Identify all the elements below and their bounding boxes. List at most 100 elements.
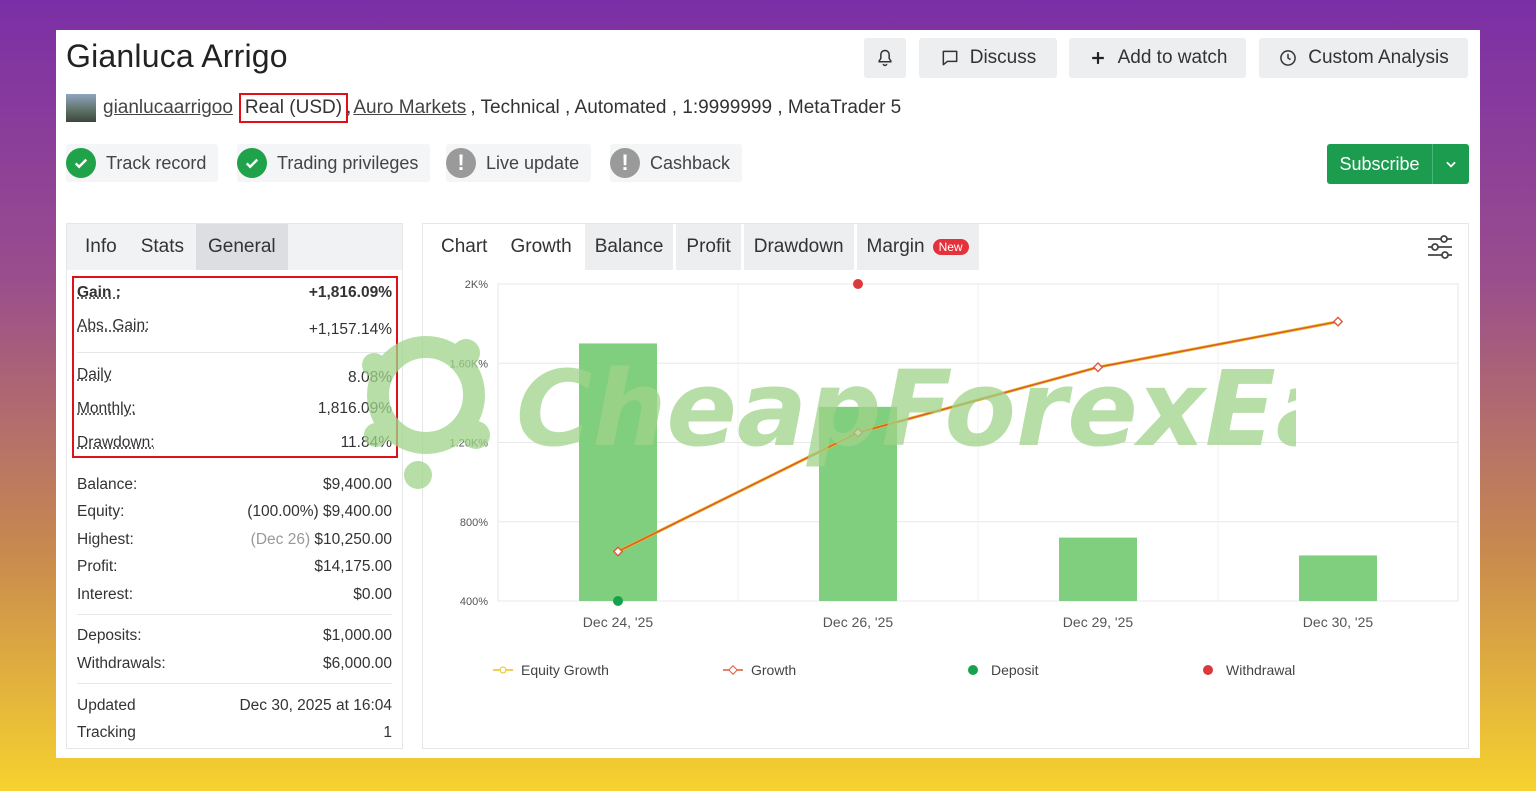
stat-interest: Interest: $0.00 <box>77 586 392 604</box>
highlight-box <box>72 276 398 458</box>
stat-value: $14,175.00 <box>314 558 392 575</box>
legend-item: Growth <box>723 662 796 678</box>
tab-drawdown[interactable]: Drawdown <box>743 224 854 270</box>
stat-value: Dec 30, 2025 at 16:04 <box>239 697 392 714</box>
check-circle-icon <box>66 148 96 178</box>
x-tick-label: Dec 24, '25 <box>583 614 654 630</box>
clock-icon <box>1280 50 1297 66</box>
legend-marker <box>728 665 738 675</box>
y-tick-label: 2K% <box>465 279 488 291</box>
badge-track-record[interactable]: Track record <box>66 144 219 182</box>
stat-value: 1 <box>383 724 392 741</box>
stat-profit: Profit: $14,175.00 <box>77 558 392 576</box>
exclamation-circle-icon: ! <box>446 148 476 178</box>
add-to-watch-label: Add to watch <box>1117 47 1228 68</box>
stat-value: $1,000.00 <box>323 627 392 644</box>
highest-date: (Dec 26) <box>250 531 311 548</box>
discuss-button[interactable]: Discuss <box>919 38 1057 78</box>
stat-label: Equity: <box>77 503 125 520</box>
account-specs: , Technical , Automated , 1:9999999 , Me… <box>470 97 902 118</box>
stats-panel: Info Stats General Gain : +1,816.09% Abs… <box>66 223 403 749</box>
bar <box>579 343 657 601</box>
stat-tracking: Tracking 1 <box>77 724 392 742</box>
bar <box>1059 537 1137 601</box>
x-tick-label: Dec 26, '25 <box>823 614 894 630</box>
check-circle-icon <box>237 148 267 178</box>
username-link[interactable]: gianlucaarrigoo <box>103 97 233 119</box>
notifications-button[interactable] <box>864 38 906 78</box>
legend-item: Withdrawal <box>1203 662 1295 678</box>
page-title: Gianluca Arrigo <box>66 38 288 74</box>
custom-analysis-label: Custom Analysis <box>1308 47 1449 68</box>
legend-marker <box>1203 665 1213 675</box>
stats-tabs: Info Stats General <box>67 224 402 270</box>
stat-value: $6,000.00 <box>323 655 392 672</box>
badges-row: Track record Trading privileges ! Live u… <box>66 144 1466 182</box>
legend-item: Deposit <box>968 662 1039 678</box>
main-card: Gianluca Arrigo Discuss Add to watch Cus… <box>56 30 1480 758</box>
equity-percent: (100.00%) <box>247 503 319 520</box>
tab-chart[interactable]: Chart <box>431 224 497 270</box>
tab-growth[interactable]: Growth <box>500 224 581 270</box>
subscribe-button[interactable]: Subscribe <box>1327 144 1469 184</box>
exclamation-circle-icon: ! <box>610 148 640 178</box>
chevron-down-icon[interactable] <box>1432 144 1469 184</box>
tab-profit[interactable]: Profit <box>676 224 741 270</box>
custom-analysis-button[interactable]: Custom Analysis <box>1259 38 1468 78</box>
tab-general[interactable]: General <box>196 224 288 270</box>
stat-value: $9,400.00 <box>323 503 392 520</box>
stat-label: Balance: <box>77 476 138 493</box>
subscribe-label: Subscribe <box>1339 153 1420 174</box>
legend-label: Withdrawal <box>1226 662 1295 678</box>
badge-trading-privileges[interactable]: Trading privileges <box>237 144 431 182</box>
plus-icon <box>1091 52 1104 64</box>
divider <box>77 683 392 684</box>
data-point-growth <box>1332 316 1344 327</box>
y-tick-label: 800% <box>460 517 488 529</box>
account-type: Real (USD) <box>238 93 349 123</box>
y-tick-label: 1.20K% <box>449 438 488 450</box>
stat-label: Highest: <box>77 531 134 548</box>
discuss-label: Discuss <box>969 47 1037 68</box>
stat-value: $10,250.00 <box>314 531 392 548</box>
new-badge: New <box>932 239 969 255</box>
tab-margin-label: Margin <box>866 236 925 257</box>
divider <box>77 614 392 615</box>
stat-value: $0.00 <box>353 586 392 603</box>
tab-margin[interactable]: Margin New <box>856 224 979 270</box>
tab-stats[interactable]: Stats <box>129 224 196 270</box>
stat-value: $9,400.00 <box>323 476 392 493</box>
badge-label: Track record <box>106 152 207 173</box>
badge-label: Live update <box>486 152 580 173</box>
legend-item: Equity Growth <box>493 662 609 678</box>
badge-label: Trading privileges <box>277 152 419 173</box>
x-tick-label: Dec 29, '25 <box>1063 614 1134 630</box>
growth-chart: 400% 800% 1.20K% 1.60K% 2K% Dec 24, '25 Dec 26… <box>449 279 1459 678</box>
broker-link[interactable]: Auro Markets <box>353 97 466 119</box>
stat-balance: Balance: $9,400.00 <box>77 476 392 494</box>
legend-label: Growth <box>751 662 796 678</box>
chart-panel: Chart Growth Balance Profit Drawdown Mar… <box>422 223 1469 749</box>
legend-marker <box>968 665 978 675</box>
stat-label: Tracking <box>77 724 136 741</box>
legend-label: Deposit <box>991 662 1039 678</box>
stat-label: Profit: <box>77 558 118 575</box>
stat-deposits: Deposits: $1,000.00 <box>77 627 392 645</box>
stat-updated: Updated Dec 30, 2025 at 16:04 <box>77 697 392 715</box>
stat-equity: Equity: (100.00%) $9,400.00 <box>77 503 392 521</box>
stat-label: Updated <box>77 697 136 714</box>
badge-label: Cashback <box>650 152 731 173</box>
badge-cashback[interactable]: ! Cashback <box>610 144 743 182</box>
stat-label: Withdrawals: <box>77 655 166 672</box>
y-tick-label: 400% <box>460 596 488 608</box>
data-point-deposit <box>613 596 623 606</box>
tab-info[interactable]: Info <box>67 224 129 270</box>
add-to-watch-button[interactable]: Add to watch <box>1069 38 1246 78</box>
settings-sliders-icon[interactable] <box>1426 234 1454 260</box>
tab-balance[interactable]: Balance <box>584 224 674 270</box>
data-point-withdrawal <box>853 279 863 289</box>
stat-highest: Highest: (Dec 26) $10,250.00 <box>77 531 392 549</box>
badge-live-update[interactable]: ! Live update <box>446 144 592 182</box>
stat-label: Interest: <box>77 586 133 603</box>
stat-withdrawals: Withdrawals: $6,000.00 <box>77 655 392 673</box>
